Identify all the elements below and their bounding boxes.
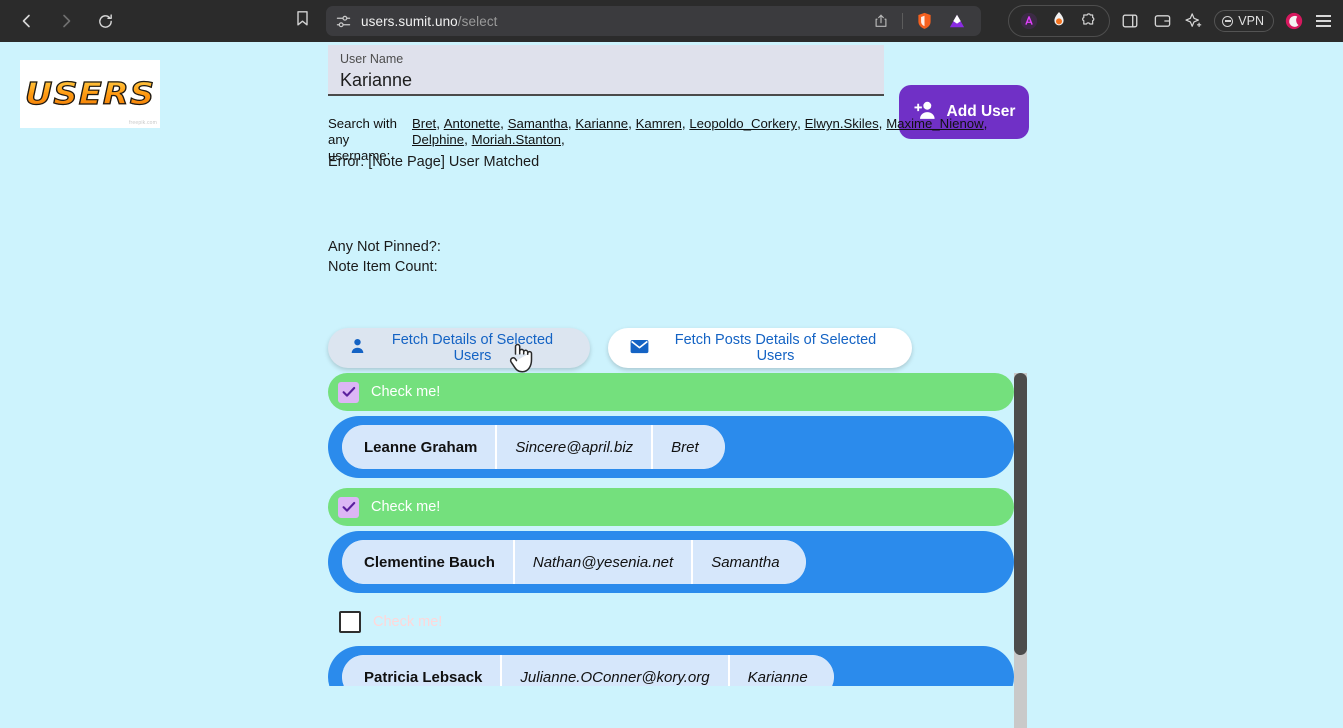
site-settings-icon[interactable] — [336, 14, 351, 29]
user-list: Check me! Leanne Graham Sincere@april.bi… — [328, 373, 1028, 686]
username-link-delphine[interactable]: Delphine — [412, 132, 464, 147]
row-checkbox[interactable] — [338, 381, 359, 403]
fetch-posts-label: Fetch Posts Details of Selected Users — [674, 332, 877, 364]
username-link-samantha[interactable]: Samantha — [508, 116, 568, 131]
bookmark-button[interactable] — [288, 7, 316, 35]
url-path: /select — [457, 13, 498, 29]
bookmark-icon — [295, 10, 310, 32]
username-link-kamren[interactable]: Kamren — [636, 116, 682, 131]
check-bar[interactable]: Check me! — [328, 488, 1014, 526]
table-row[interactable]: Leanne Graham Sincere@april.biz Bret — [328, 416, 1014, 478]
toolbar-divider — [902, 13, 903, 29]
vpn-label: VPN — [1238, 14, 1264, 28]
cell-username: Samantha — [693, 540, 806, 584]
username-link-bret[interactable]: Bret — [412, 116, 436, 131]
logo-credit: freepik.com — [128, 120, 157, 126]
wallet-icon[interactable] — [1150, 9, 1174, 33]
fetch-details-button[interactable]: Fetch Details of Selected Users — [328, 328, 590, 368]
row-checkbox[interactable] — [338, 496, 359, 518]
extensions-area: VPN — [1008, 5, 1343, 37]
row-cells: Patricia Lebsack Julianne.OConner@kory.o… — [342, 655, 834, 686]
fetch-details-label: Fetch Details of Selected Users — [391, 332, 554, 364]
any-not-pinned-status: Any Not Pinned?: — [328, 239, 441, 255]
profile-icon[interactable] — [1282, 9, 1306, 33]
triangle-extension-icon[interactable] — [945, 9, 969, 33]
logo-text: USERS — [24, 76, 156, 112]
reload-button[interactable] — [90, 6, 120, 36]
url-domain: users.sumit.uno — [361, 13, 458, 29]
cell-username: Karianne — [729, 655, 834, 686]
list-scrollbar-thumb[interactable] — [1014, 373, 1027, 655]
share-icon[interactable] — [869, 9, 893, 33]
table-row[interactable]: Patricia Lebsack Julianne.OConner@kory.o… — [328, 646, 1014, 686]
cell-email: Sincere@april.biz — [497, 425, 654, 469]
users-logo: USERS freepik.com — [20, 60, 160, 128]
username-link-moriah-stanton[interactable]: Moriah.Stanton — [472, 132, 561, 147]
page-content: USERS freepik.com User Name Karianne Add… — [0, 42, 1343, 728]
hamburger-menu-icon[interactable] — [1314, 12, 1333, 29]
username-field[interactable]: User Name Karianne — [328, 45, 884, 96]
extension-group — [1008, 5, 1111, 37]
username-link-leopoldo-corkery[interactable]: Leopoldo_Corkery — [689, 116, 797, 131]
cell-email: Nathan@yesenia.net — [514, 540, 694, 584]
ai-assistant-icon[interactable] — [1017, 9, 1041, 33]
cell-username: Bret — [653, 425, 725, 469]
address-bar-actions — [869, 9, 973, 33]
cell-name: Leanne Graham — [342, 425, 498, 469]
person-icon — [350, 338, 365, 358]
back-arrow-icon — [19, 13, 35, 29]
username-link-antonette[interactable]: Antonette — [444, 116, 500, 131]
password-manager-icon[interactable] — [1047, 9, 1071, 33]
check-bar[interactable]: Check me! — [328, 373, 1014, 411]
table-row[interactable]: Clementine Bauch Nathan@yesenia.net Sama… — [328, 531, 1014, 593]
url-text: users.sumit.uno/select — [361, 14, 498, 29]
check-me-label: Check me! — [371, 384, 441, 400]
brave-shields-icon[interactable] — [912, 9, 936, 33]
browser-toolbar: users.sumit.uno/select VPN — [0, 0, 1343, 42]
cell-name: Clementine Bauch — [342, 540, 515, 584]
username-field-value: Karianne — [340, 70, 413, 90]
fetch-posts-button[interactable]: Fetch Posts Details of Selected Users — [608, 328, 912, 368]
cell-name: Patricia Lebsack — [342, 655, 503, 686]
username-links: Bret, Antonette, Samantha, Karianne, Kam… — [412, 116, 988, 147]
row-checkbox[interactable] — [339, 611, 361, 633]
cell-email: Julianne.OConner@kory.org — [502, 655, 730, 686]
leo-ai-sparkle-icon[interactable] — [1182, 9, 1206, 33]
address-area: users.sumit.uno/select — [288, 6, 981, 36]
username-link-maxime-nienow[interactable]: Maxime_Nienow — [886, 116, 983, 131]
username-link-elwyn-skiles[interactable]: Elwyn.Skiles — [805, 116, 879, 131]
forward-button[interactable] — [51, 6, 81, 36]
forward-arrow-icon — [58, 13, 74, 29]
reload-icon — [97, 13, 114, 30]
back-button[interactable] — [12, 6, 42, 36]
row-cells: Leanne Graham Sincere@april.biz Bret — [342, 425, 725, 469]
puzzle-extension-icon[interactable] — [1077, 9, 1101, 33]
envelope-icon — [630, 339, 649, 358]
error-message: Error: [Note Page] User Matched — [328, 154, 540, 170]
row-cells: Clementine Bauch Nathan@yesenia.net Sama… — [342, 540, 806, 584]
username-link-karianne[interactable]: Karianne — [575, 116, 628, 131]
sidebar-toggle-icon[interactable] — [1118, 9, 1142, 33]
username-field-label: User Name — [340, 52, 404, 66]
check-bar[interactable]: Check me! — [328, 603, 1014, 641]
navigation-buttons — [0, 6, 120, 36]
check-me-label: Check me! — [373, 614, 443, 630]
address-bar[interactable]: users.sumit.uno/select — [326, 6, 981, 36]
vpn-status-icon — [1222, 15, 1234, 27]
search-with-line1: Search with — [328, 116, 397, 131]
note-item-count-status: Note Item Count: — [328, 259, 438, 275]
vpn-button[interactable]: VPN — [1214, 10, 1274, 32]
check-me-label: Check me! — [371, 499, 441, 515]
